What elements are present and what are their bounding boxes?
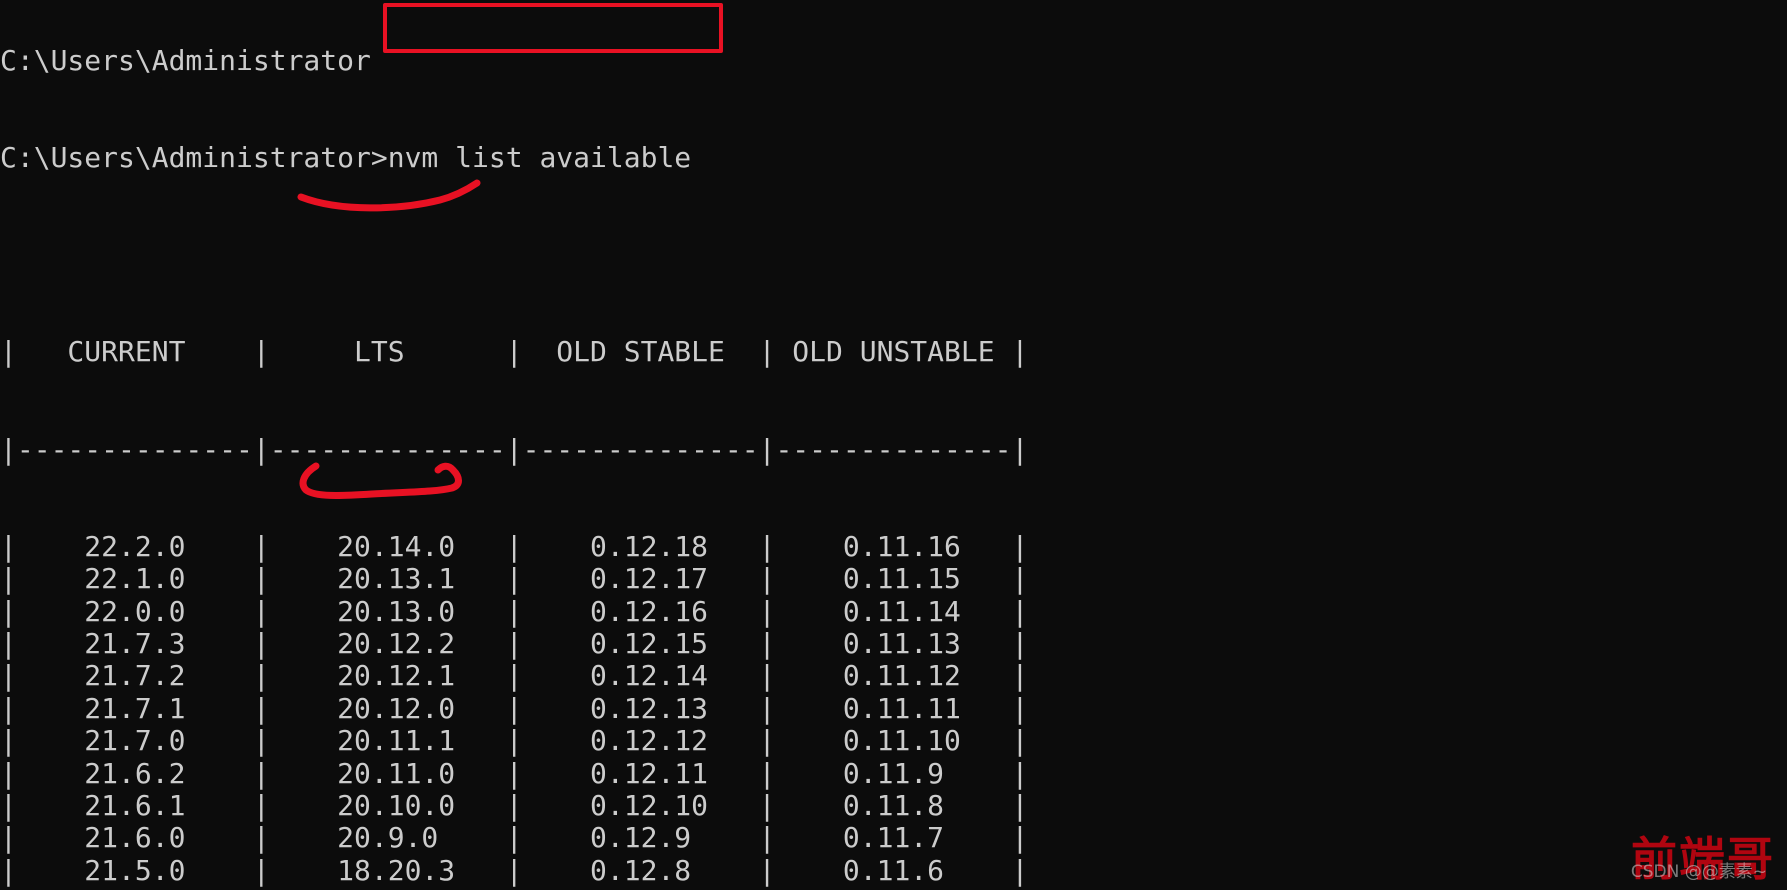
table-row: | 21.6.2 | 20.11.0 | 0.12.11 | 0.11.9 | <box>0 756 1029 790</box>
terminal-window[interactable]: C:\Users\Administrator C:\Users\Administ… <box>0 0 1787 890</box>
table-row: | 22.1.0 | 20.13.1 | 0.12.17 | 0.11.15 | <box>0 562 1029 596</box>
table-header-row: | CURRENT | LTS | OLD STABLE | OLD UNSTA… <box>0 335 1029 369</box>
terminal-output: C:\Users\Administrator C:\Users\Administ… <box>0 0 1028 890</box>
prompt-line-command[interactable]: C:\Users\Administrator>nvm list availabl… <box>0 141 1028 174</box>
prompt-line-previous: C:\Users\Administrator <box>0 43 371 77</box>
table-row: | 21.7.2 | 20.12.1 | 0.12.14 | 0.11.12 | <box>0 659 1029 693</box>
watermark: 前端哥 CSDN @@素素~ <box>1631 834 1775 884</box>
table-row: | 21.5.0 | 18.20.3 | 0.12.8 | 0.11.6 | <box>0 853 1029 887</box>
table-row: | 22.0.0 | 20.13.0 | 0.12.16 | 0.11.14 | <box>0 594 1029 628</box>
table-row: | 21.6.1 | 20.10.0 | 0.12.10 | 0.11.8 | <box>0 788 1029 822</box>
table-body: | 22.2.0 | 20.14.0 | 0.12.18 | 0.11.16 |… <box>0 529 1029 890</box>
table-row: | 22.2.0 | 20.14.0 | 0.12.18 | 0.11.16 | <box>0 529 1029 563</box>
table-divider-row: |--------------|--------------|---------… <box>0 432 1029 466</box>
table-row: | 21.7.0 | 20.11.1 | 0.12.12 | 0.11.10 | <box>0 724 1029 758</box>
table-row: | 21.6.0 | 20.9.0 | 0.12.9 | 0.11.7 | <box>0 821 1029 855</box>
table-row: | 21.7.3 | 20.12.2 | 0.12.15 | 0.11.13 | <box>0 627 1029 660</box>
watermark-main-text: 前端哥 <box>1631 832 1775 886</box>
watermark-sub-text: CSDN @@素素~ <box>1630 862 1767 882</box>
table-row: | 21.7.1 | 20.12.0 | 0.12.13 | 0.11.11 | <box>0 691 1029 725</box>
